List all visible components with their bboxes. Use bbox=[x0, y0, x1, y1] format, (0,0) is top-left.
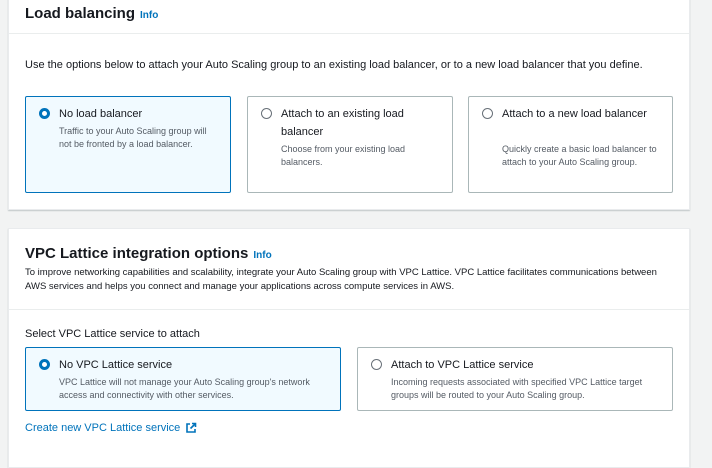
external-link-icon bbox=[186, 422, 197, 433]
load-balancing-divider bbox=[9, 33, 689, 34]
load-balancing-info-link[interactable]: Info bbox=[140, 10, 158, 21]
vpc-lattice-heading: VPC Lattice integration options Info bbox=[25, 245, 272, 262]
vpc-lattice-panel: VPC Lattice integration options Info To i… bbox=[8, 228, 690, 468]
load-balancing-panel: Load balancing Info Use the options below… bbox=[8, 0, 690, 210]
option-description: VPC Lattice will not manage your Auto Sc… bbox=[59, 377, 310, 400]
option-label: No load balancer bbox=[59, 108, 143, 120]
create-link-label: Create new VPC Lattice service bbox=[25, 422, 181, 434]
radio-attach-vpc-lattice-service[interactable] bbox=[371, 359, 382, 370]
create-vpc-lattice-service-link[interactable]: Create new VPC Lattice service bbox=[25, 422, 197, 434]
vpc-lattice-title: VPC Lattice integration options bbox=[25, 245, 249, 262]
vpc-lattice-description: To improve networking capabilities and s… bbox=[25, 267, 657, 292]
radio-no-vpc-lattice-service[interactable] bbox=[39, 359, 50, 370]
option-label: Attach to an existing load balancer bbox=[281, 108, 404, 138]
option-label: No VPC Lattice service bbox=[59, 359, 173, 371]
vpc-lattice-divider bbox=[9, 309, 689, 310]
vpc-lattice-info-link[interactable]: Info bbox=[253, 250, 271, 261]
option-no-load-balancer[interactable]: No load balancer Traffic to your Auto Sc… bbox=[25, 96, 231, 193]
option-description: Choose from your existing load balancers… bbox=[281, 144, 406, 167]
load-balancing-heading: Load balancing Info bbox=[25, 5, 158, 22]
load-balancing-title: Load balancing bbox=[25, 5, 136, 22]
option-no-vpc-lattice-service[interactable]: No VPC Lattice service VPC Lattice will … bbox=[25, 347, 341, 411]
option-attach-vpc-lattice-service[interactable]: Attach to VPC Lattice service Incoming r… bbox=[357, 347, 673, 411]
option-description: Quickly create a basic load balancer to … bbox=[502, 144, 657, 167]
radio-no-load-balancer[interactable] bbox=[39, 108, 50, 119]
load-balancing-description: Use the options below to attach your Aut… bbox=[25, 59, 643, 71]
option-description: Traffic to your Auto Scaling group will … bbox=[59, 126, 207, 149]
option-description: Incoming requests associated with specif… bbox=[391, 377, 643, 400]
option-attach-existing-load-balancer[interactable]: Attach to an existing load balancer Choo… bbox=[247, 96, 453, 193]
radio-attach-new-load-balancer[interactable] bbox=[482, 108, 493, 119]
option-label: Attach to a new load balancer bbox=[502, 108, 647, 120]
vpc-lattice-field-label: Select VPC Lattice service to attach bbox=[25, 328, 200, 340]
option-label: Attach to VPC Lattice service bbox=[391, 359, 534, 371]
option-attach-new-load-balancer[interactable]: Attach to a new load balancer Quickly cr… bbox=[468, 96, 673, 193]
radio-attach-existing-load-balancer[interactable] bbox=[261, 108, 272, 119]
